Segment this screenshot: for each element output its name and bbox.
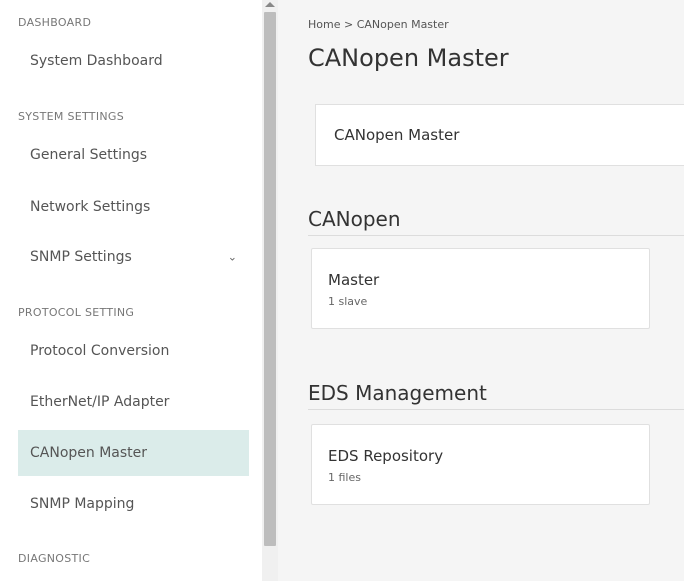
breadcrumb: Home > CANopen Master — [308, 18, 449, 31]
sidebar-item-network-settings[interactable]: Network Settings — [18, 184, 249, 230]
sidebar-item-protocol-conversion[interactable]: Protocol Conversion — [18, 328, 249, 374]
sidebar-scrollbar[interactable] — [262, 0, 278, 581]
card-subtitle: 1 files — [328, 471, 361, 484]
master-card[interactable]: Master 1 slave — [311, 248, 650, 329]
scroll-up-arrow-icon[interactable] — [265, 2, 275, 7]
sidebar-item-system-dashboard[interactable]: System Dashboard — [18, 38, 249, 84]
sidebar-item-label: SNMP Settings — [30, 249, 132, 265]
card-title: EDS Repository — [328, 447, 444, 465]
chevron-down-icon: ⌄ — [227, 250, 237, 264]
card-subtitle: 1 slave — [328, 295, 368, 308]
eds-repository-card[interactable]: EDS Repository 1 files — [311, 424, 650, 505]
scrollbar-thumb[interactable] — [264, 12, 276, 546]
section-title-dashboard: DASHBOARD — [18, 16, 92, 29]
section-divider — [308, 409, 684, 410]
main-content: Home > CANopen Master CANopen Master CAN… — [278, 0, 684, 581]
canopen-master-header-card: CANopen Master — [315, 104, 684, 166]
section-heading-eds-management: EDS Management — [308, 381, 487, 405]
section-title-diagnostic: DIAGNOSTIC — [18, 552, 91, 565]
section-divider — [308, 235, 684, 236]
section-heading-canopen: CANopen — [308, 207, 401, 231]
header-card-label: CANopen Master — [334, 126, 460, 144]
sidebar-item-general-settings[interactable]: General Settings — [18, 132, 249, 178]
sidebar-item-snmp-mapping[interactable]: SNMP Mapping — [18, 481, 249, 527]
section-title-protocol-setting: PROTOCOL SETTING — [18, 306, 135, 319]
sidebar-item-snmp-settings[interactable]: SNMP Settings ⌄ — [18, 234, 249, 280]
sidebar-item-canopen-master[interactable]: CANopen Master — [18, 430, 249, 476]
card-title: Master — [328, 271, 380, 289]
sidebar-item-ethernet-ip-adapter[interactable]: EtherNet/IP Adapter — [18, 379, 249, 425]
page-title: CANopen Master — [308, 44, 509, 72]
section-title-system-settings: SYSTEM SETTINGS — [18, 110, 124, 123]
sidebar: DASHBOARD System Dashboard SYSTEM SETTIN… — [0, 0, 262, 581]
